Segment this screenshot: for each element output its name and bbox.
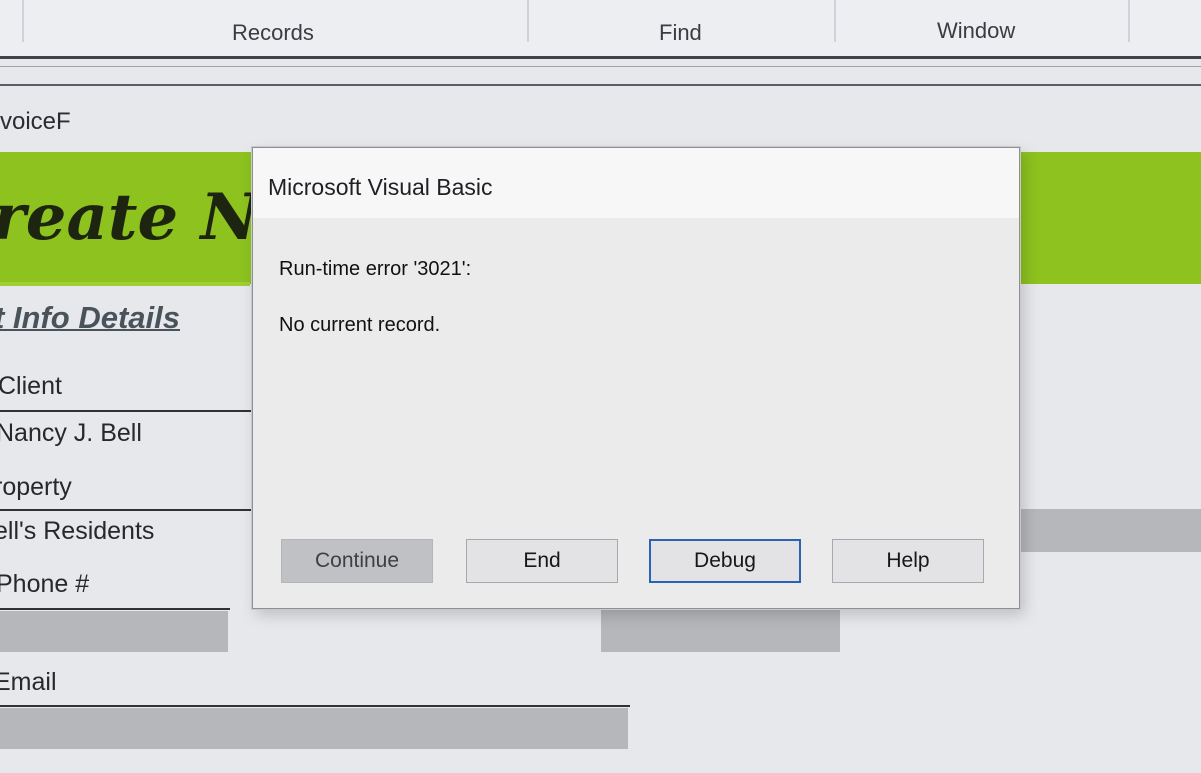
menu-separator [1128, 0, 1130, 42]
side-field[interactable] [1016, 509, 1201, 552]
error-dialog: Microsoft Visual Basic Run-time error '3… [252, 147, 1020, 609]
menu-item-window[interactable]: Window [937, 18, 1015, 44]
debug-button[interactable]: Debug [649, 539, 801, 583]
help-button[interactable]: Help [832, 539, 984, 583]
phone-field[interactable] [0, 611, 228, 652]
menu-separator [527, 0, 529, 42]
menu-item-find[interactable]: Find [659, 20, 702, 46]
divider [0, 410, 252, 412]
menu-divider [0, 84, 1201, 86]
error-code-text: Run-time error '3021': [279, 258, 472, 280]
end-button[interactable]: End [466, 539, 618, 583]
property-label: roperty [0, 473, 72, 501]
phone-label: Phone # [0, 570, 90, 598]
section-heading: t Info Details [0, 300, 181, 335]
divider [0, 608, 230, 610]
form-title: reate N [0, 180, 259, 255]
menu-separator [834, 0, 836, 42]
secondary-phone-field[interactable] [601, 607, 840, 652]
dialog-title: Microsoft Visual Basic [268, 174, 493, 200]
menu-divider [0, 66, 1201, 67]
client-field[interactable]: Nancy J. Bell [0, 419, 142, 448]
property-field[interactable]: ell's Residents [0, 517, 154, 546]
menu-separator [22, 0, 24, 42]
dialog-titlebar[interactable]: Microsoft Visual Basic [253, 148, 1019, 218]
divider [0, 509, 252, 511]
form-header-band-edge [0, 282, 250, 286]
divider [0, 705, 630, 707]
continue-button[interactable]: Continue [281, 539, 433, 583]
error-message-text: No current record. [279, 314, 441, 336]
menu-bar: Records Find Window [0, 0, 1201, 58]
menu-item-records[interactable]: Records [232, 20, 314, 46]
menu-divider [0, 56, 1201, 59]
email-field[interactable] [0, 708, 628, 749]
client-label: Client [0, 372, 62, 400]
form-tab[interactable]: voiceF [0, 108, 71, 136]
email-label: Email [0, 668, 57, 696]
